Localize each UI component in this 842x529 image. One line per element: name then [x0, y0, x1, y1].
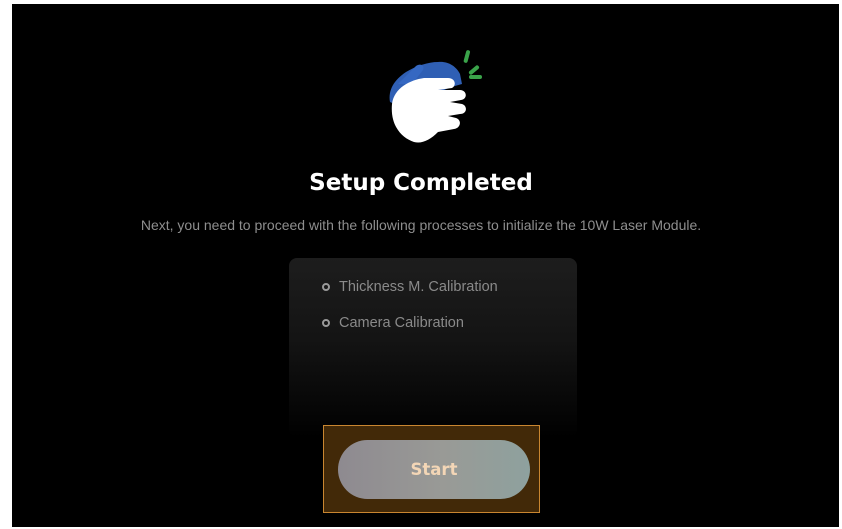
bullet-icon — [322, 283, 330, 291]
page-subtitle: Next, you need to proceed with the follo… — [140, 217, 702, 233]
clapping-hands-icon — [389, 50, 482, 143]
start-button[interactable]: Start — [338, 440, 530, 499]
page-title: Setup Completed — [309, 170, 533, 196]
bullet-icon — [322, 319, 330, 327]
process-item-thickness-calibration: Thickness M. Calibration — [322, 277, 498, 297]
process-item-label: Thickness M. Calibration — [339, 279, 498, 295]
process-item-label: Camera Calibration — [339, 315, 464, 331]
process-item-camera-calibration: Camera Calibration — [322, 313, 464, 333]
